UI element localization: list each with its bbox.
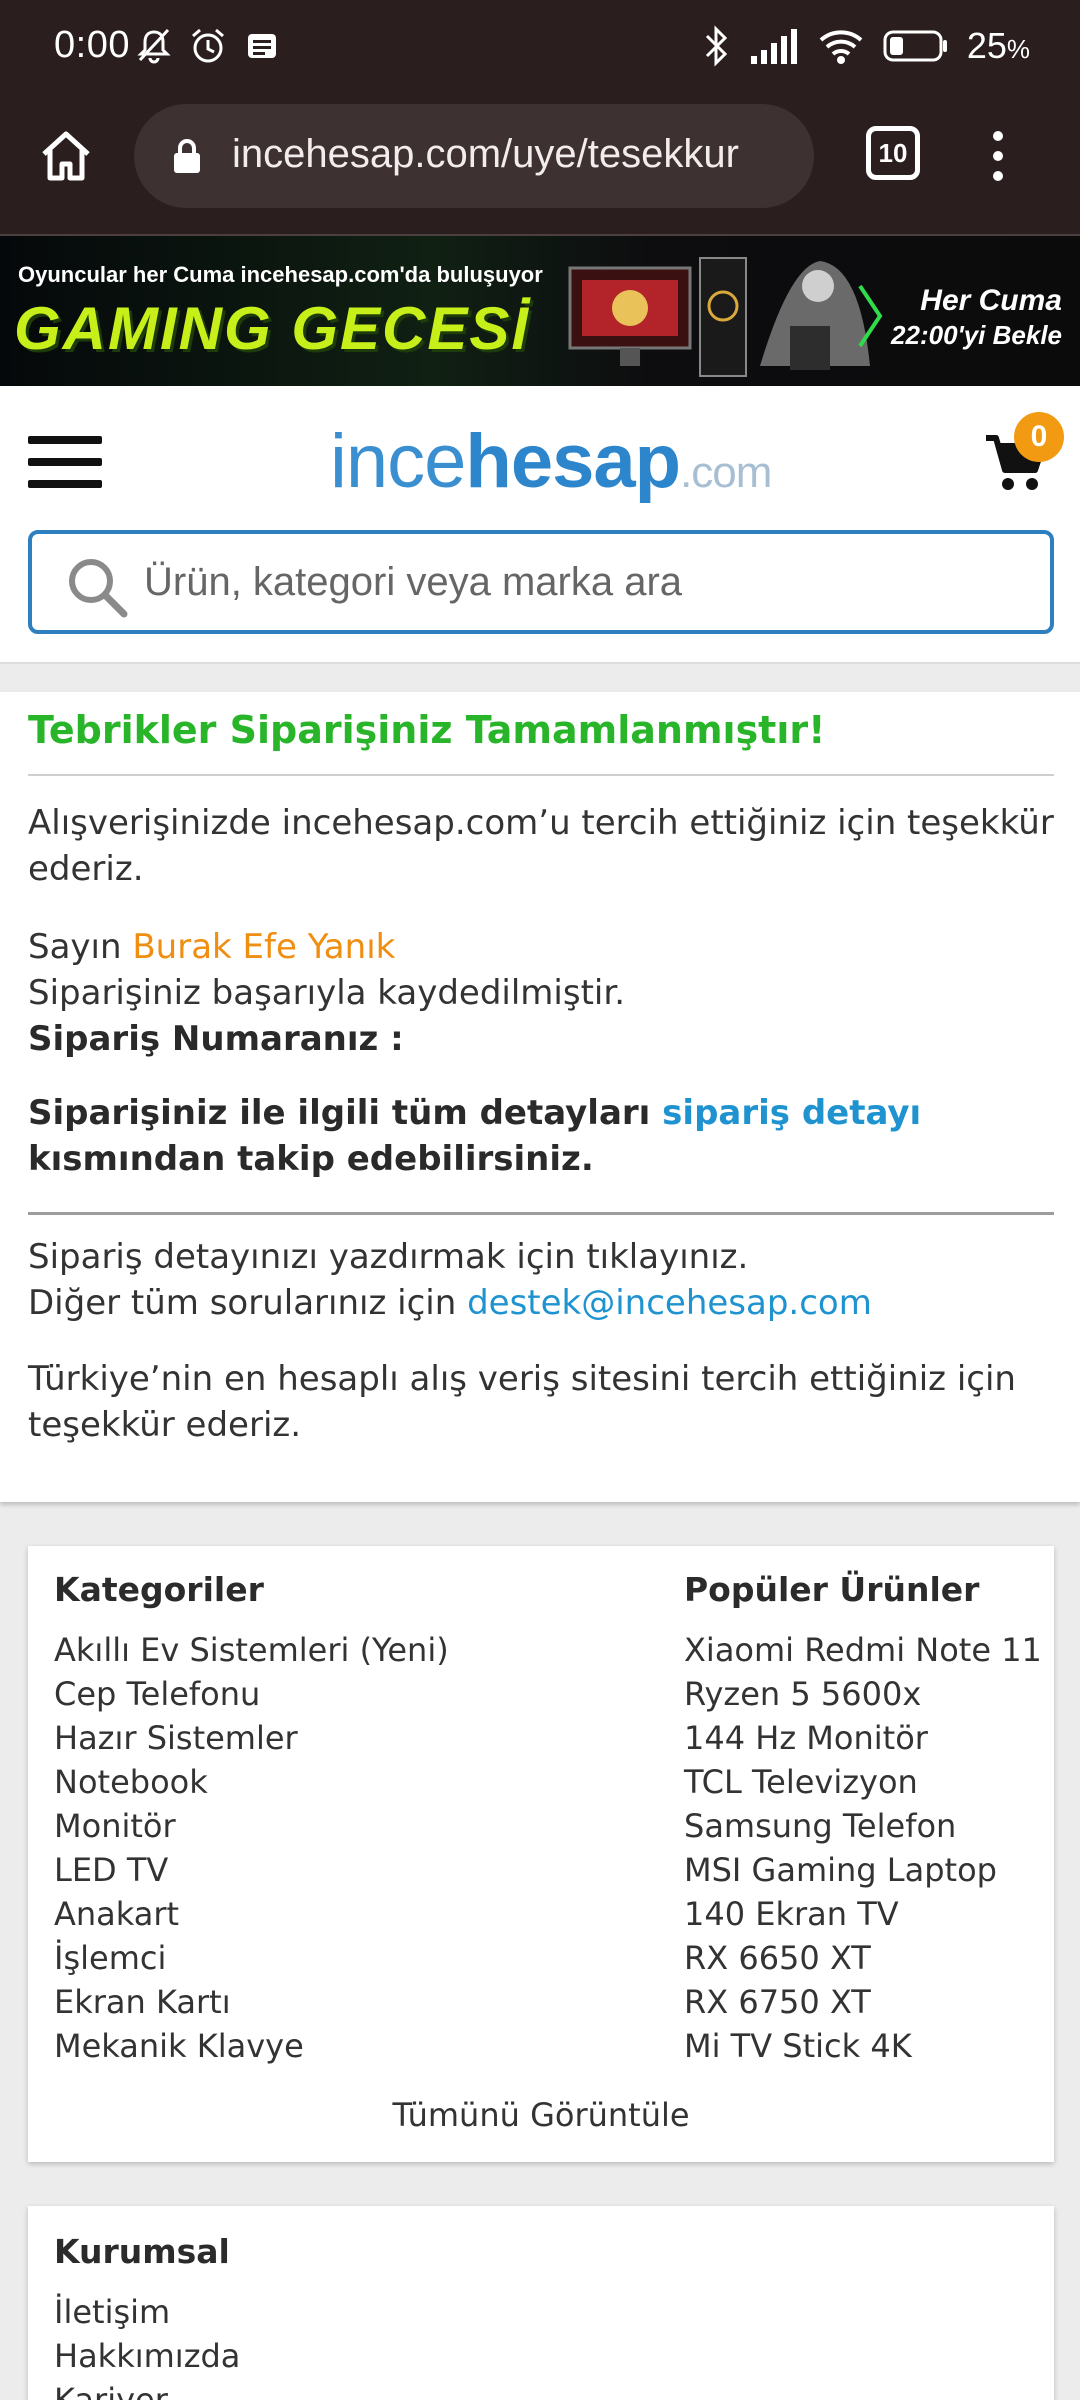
- footer-links-card: Kategoriler Akıllı Ev Sistemleri (Yeni) …: [28, 1546, 1054, 2162]
- popular-link[interactable]: 144 Hz Monitör: [684, 1716, 1042, 1760]
- site-header: incehesap.com 0: [0, 386, 1080, 664]
- banner-day: Her Cuma: [920, 284, 1062, 317]
- category-link[interactable]: Anakart: [54, 1892, 449, 1936]
- category-link[interactable]: Cep Telefonu: [54, 1672, 449, 1716]
- popular-link[interactable]: Ryzen 5 5600x: [684, 1672, 1042, 1716]
- success-title: Tebrikler Siparişiniz Tamamlanmıştır!: [28, 708, 826, 752]
- contact-line: Diğer tüm sorularınız için destek@incehe…: [28, 1283, 872, 1323]
- popular-link[interactable]: TCL Televizyon: [684, 1760, 1042, 1804]
- categories-heading: Kategoriler: [54, 1570, 264, 1609]
- popular-link[interactable]: MSI Gaming Laptop: [684, 1848, 1042, 1892]
- message-icon: [248, 34, 276, 58]
- alarm-icon: [192, 28, 224, 63]
- print-link[interactable]: Sipariş detayınızı yazdırmak için tıklay…: [28, 1234, 1054, 1280]
- greeting-line: Sayın Burak Efe Yanık: [28, 927, 396, 967]
- search-box[interactable]: [28, 530, 1054, 634]
- popular-link[interactable]: Mi TV Stick 4K: [684, 2024, 1042, 2068]
- corporate-link[interactable]: İletişim: [54, 2290, 240, 2334]
- gaming-setup-image: [568, 257, 883, 377]
- battery-icon: [883, 30, 947, 62]
- clock: 0:00: [54, 24, 130, 66]
- show-all-link[interactable]: Tümünü Görüntüle: [28, 2096, 1054, 2134]
- battery-percentage: 25%: [966, 25, 1030, 66]
- signal-icon: [750, 29, 797, 64]
- corporate-link[interactable]: Kariyer: [54, 2378, 240, 2400]
- divider: [28, 774, 1054, 776]
- banner-tagline: Oyuncular her Cuma incehesap.com'da bulu…: [18, 262, 543, 287]
- category-link[interactable]: Notebook: [54, 1760, 449, 1804]
- divider: [28, 1212, 1054, 1215]
- popular-link[interactable]: Samsung Telefon: [684, 1804, 1042, 1848]
- support-email-link[interactable]: destek@incehesap.com: [467, 1283, 872, 1323]
- address-bar[interactable]: incehesap.com/uye/tesekkur: [134, 104, 814, 208]
- search-icon[interactable]: [66, 556, 128, 618]
- category-link[interactable]: Monitör: [54, 1804, 449, 1848]
- category-link[interactable]: Mekanik Klavye: [54, 2024, 449, 2068]
- customer-name: Burak Efe Yanık: [132, 927, 396, 967]
- url-text[interactable]: incehesap.com/uye/tesekkur: [232, 132, 739, 177]
- order-confirmation: Tebrikler Siparişiniz Tamamlanmıştır! Al…: [0, 692, 1080, 1502]
- more-menu-icon[interactable]: [990, 130, 1006, 182]
- promo-banner[interactable]: Oyuncular her Cuma incehesap.com'da bulu…: [0, 236, 1080, 386]
- system-icons: 25%: [701, 24, 1030, 68]
- browser-toolbar: incehesap.com/uye/tesekkur 10: [0, 96, 1080, 236]
- popular-link[interactable]: Xiaomi Redmi Note 11: [684, 1628, 1042, 1672]
- site-logo[interactable]: incehesap.com: [330, 418, 772, 505]
- banner-headline: GAMING GECESİ: [14, 295, 531, 362]
- search-input[interactable]: [144, 550, 1024, 614]
- popular-link[interactable]: 140 Ekran TV: [684, 1892, 1042, 1936]
- category-link[interactable]: İşlemci: [54, 1936, 449, 1980]
- lock-icon[interactable]: [172, 138, 202, 174]
- cart-count-badge[interactable]: 0: [1014, 412, 1064, 462]
- muted-bell-icon: [137, 28, 171, 64]
- popular-link[interactable]: RX 6650 XT: [684, 1936, 1042, 1980]
- status-bar: 0:00 25%: [0, 0, 1080, 96]
- bluetooth-icon: [705, 25, 727, 67]
- saved-text: Siparişiniz başarıyla kaydedilmiştir.: [28, 973, 626, 1013]
- order-detail-link[interactable]: sipariş detayı: [662, 1093, 921, 1133]
- popular-list: Xiaomi Redmi Note 11 Ryzen 5 5600x 144 H…: [684, 1628, 1042, 2068]
- categories-list: Akıllı Ev Sistemleri (Yeni) Cep Telefonu…: [54, 1628, 449, 2068]
- category-link[interactable]: LED TV: [54, 1848, 449, 1892]
- popular-link[interactable]: RX 6750 XT: [684, 1980, 1042, 2024]
- thanks-text: Alışverişinizde incehesap.com’u tercih e…: [28, 803, 1054, 889]
- order-number-label: Sipariş Numaranız :: [28, 1019, 404, 1059]
- banner-time: 22:00'yi Bekle: [891, 320, 1062, 350]
- tab-switcher-button[interactable]: 10: [866, 126, 920, 180]
- popular-heading: Popüler Ürünler: [684, 1570, 980, 1609]
- wifi-icon: [819, 30, 863, 64]
- notification-icons: [134, 26, 282, 66]
- category-link[interactable]: Hazır Sistemler: [54, 1716, 449, 1760]
- home-icon[interactable]: [36, 126, 96, 186]
- menu-icon[interactable]: [28, 436, 102, 492]
- corporate-list: İletişim Hakkımızda Kariyer: [54, 2290, 240, 2400]
- category-link[interactable]: Akıllı Ev Sistemleri (Yeni): [54, 1628, 449, 1672]
- closing-text: Türkiye’nin en hesaplı alış veriş sitesi…: [28, 1359, 1016, 1445]
- corporate-link[interactable]: Hakkımızda: [54, 2334, 240, 2378]
- details-text: Siparişiniz ile ilgili tüm detayları sip…: [28, 1093, 922, 1179]
- category-link[interactable]: Ekran Kartı: [54, 1980, 449, 2024]
- corporate-card: Kurumsal İletişim Hakkımızda Kariyer: [28, 2206, 1054, 2400]
- corporate-heading: Kurumsal: [54, 2232, 230, 2271]
